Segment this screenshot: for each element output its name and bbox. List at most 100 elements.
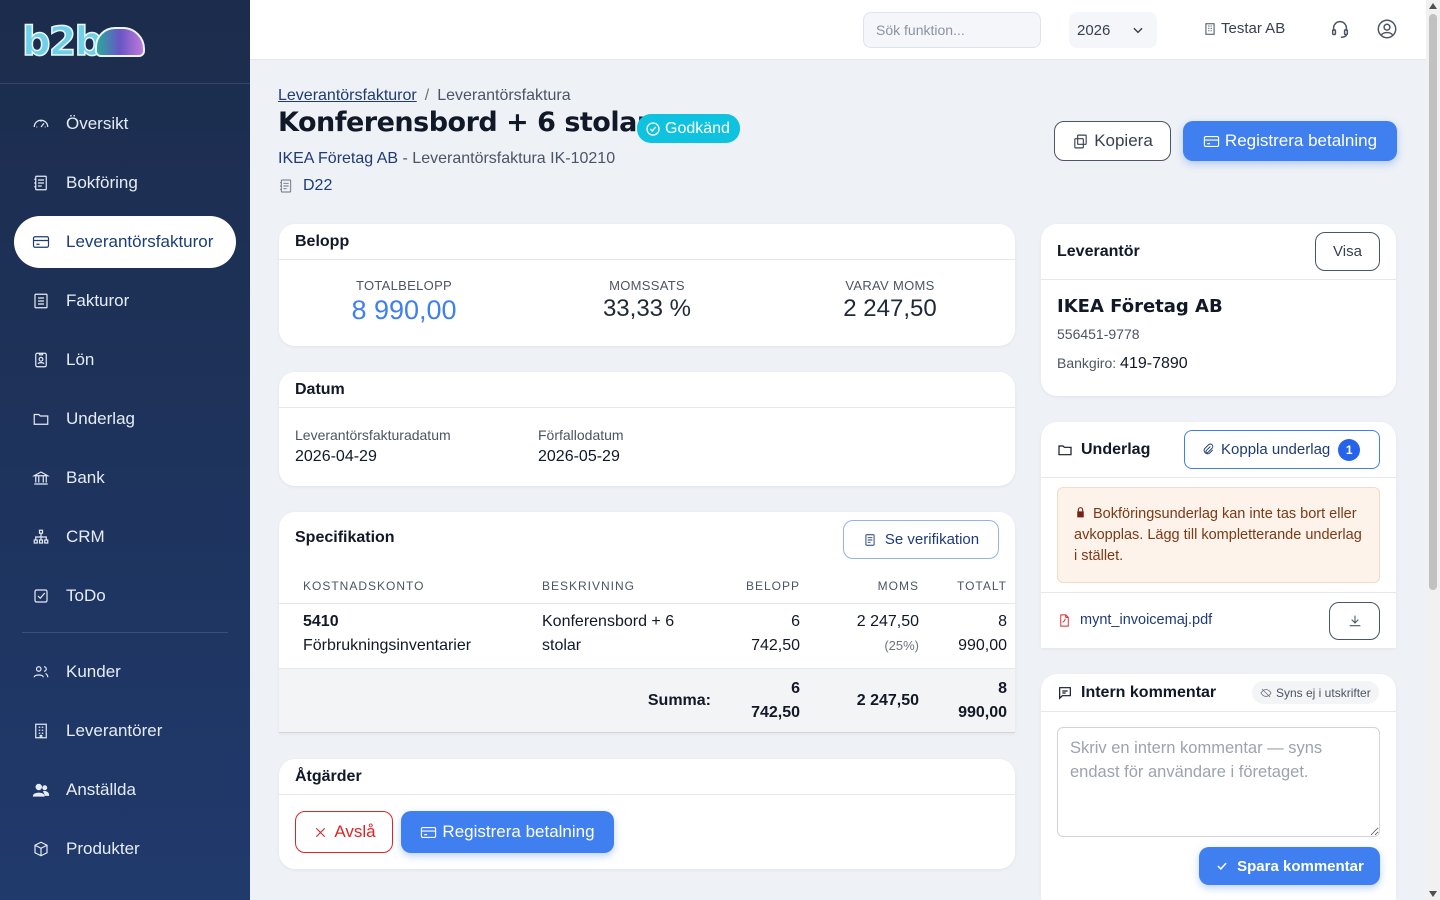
show-supplier-button[interactable]: Visa	[1315, 232, 1380, 271]
paperclip-icon	[1203, 443, 1214, 454]
row-vat-rate: (25%)	[884, 638, 919, 653]
sidebar-nav: Översikt Bokföring Leverantörsfakturor F…	[0, 84, 250, 875]
save-comment-label: Spara kommentar	[1237, 857, 1364, 875]
see-verification-button[interactable]: Se verifikation	[843, 520, 999, 559]
row-description-line-1: Konferensbord + 6	[542, 613, 675, 630]
verification-number[interactable]: D22	[278, 177, 332, 195]
box-icon	[32, 840, 50, 858]
due-date-value: 2026-05-29	[538, 448, 620, 465]
register-payment-label: Registrera betalning	[1224, 131, 1378, 150]
sidebar-item-label: Produkter	[66, 839, 140, 858]
topbar: 2026 Testar AB	[250, 0, 1426, 60]
logo[interactable]: b2b	[0, 0, 250, 84]
headset-icon[interactable]	[1329, 18, 1351, 40]
credit-card-icon	[32, 233, 50, 251]
actions-card: Åtgärder Avslå Registrera betalning	[279, 759, 1015, 869]
sidebar-item-kunder[interactable]: Kunder	[14, 646, 236, 698]
amount-card: Belopp TOTALBELOPP 8 990,00 MOMSSATS 33,…	[279, 224, 1015, 346]
breadcrumb-current: Leverantörsfaktura	[437, 87, 571, 104]
app: b2b Översikt Bokföring Leverantörsfaktur…	[0, 0, 1440, 900]
comment-textarea[interactable]	[1057, 727, 1380, 837]
column-header-amount: BELOPP	[745, 579, 800, 593]
credit-card-icon	[421, 826, 437, 838]
vat-rate-value: 33,33 %	[602, 295, 692, 322]
copy-button[interactable]: Kopiera	[1054, 121, 1171, 161]
sidebar-item-label: Underlag	[66, 409, 135, 428]
sidebar-item-produkter[interactable]: Produkter	[14, 823, 236, 875]
sidebar-item-crm[interactable]: CRM	[14, 511, 236, 563]
folder-icon	[1058, 444, 1072, 455]
sidebar-item-bank[interactable]: Bank	[14, 452, 236, 504]
eye-slash-icon	[1260, 688, 1272, 697]
sidebar-item-label: Översikt	[66, 114, 129, 133]
supplier-card: Leverantör Visa IKEA Företag AB 556451-9…	[1041, 224, 1396, 396]
attachments-card: Underlag Koppla underlag 1 Bokföringsund…	[1041, 422, 1396, 648]
row-account-name: Förbrukningsinventarier	[303, 637, 472, 654]
sidebar-item-leverantorsfakturor[interactable]: Leverantörsfakturor	[14, 216, 236, 268]
sidebar-item-label: Anställda	[66, 780, 136, 799]
row-description-line-2: stolar	[542, 637, 582, 654]
building-icon	[32, 722, 50, 740]
supplier-bankgiro: Bankgiro: 419-7890	[1057, 355, 1188, 373]
sidebar-item-oversikt[interactable]: Översikt	[14, 98, 236, 150]
attachments-title: Underlag	[1081, 440, 1151, 458]
sidebar-item-bokforing[interactable]: Bokföring	[14, 157, 236, 209]
page-title: Konferensbord + 6 stolar	[278, 107, 650, 138]
scroll-up-arrow-icon[interactable]	[1429, 3, 1437, 9]
sidebar-item-todo[interactable]: ToDo	[14, 570, 236, 622]
sum-total: 8 990,00	[958, 677, 1007, 725]
breadcrumb-separator: /	[424, 87, 430, 104]
check-circle-icon	[646, 121, 660, 136]
scroll-down-arrow-icon[interactable]	[1429, 891, 1437, 897]
sidebar-item-label: Fakturor	[66, 291, 130, 310]
breadcrumb-link-leverantorsfakturor[interactable]: Leverantörsfakturor	[278, 87, 417, 104]
status-label: Godkänd	[665, 119, 730, 137]
due-date: Förfallodatum 2026-05-29	[538, 427, 624, 466]
total-amount-value: 8 990,00	[351, 295, 457, 325]
save-comment-button[interactable]: Spara kommentar	[1199, 847, 1380, 885]
supplier-name: IKEA Företag AB	[278, 150, 399, 167]
people-icon	[32, 781, 50, 799]
verification-label: D22	[303, 177, 333, 194]
attachment-file[interactable]: mynt_invoicemaj.pdf	[1057, 612, 1212, 628]
row-account-number: 5410	[303, 613, 339, 630]
total-amount: TOTALBELOPP 8 990,00	[304, 278, 504, 326]
column-header-description: BESKRIVNING	[542, 579, 636, 593]
attachment-warning: Bokföringsunderlag kan inte tas bort ell…	[1057, 487, 1380, 583]
supplier-org-number: 556451-9778	[1057, 326, 1140, 342]
sidebar-item-fakturor[interactable]: Fakturor	[14, 275, 236, 327]
bankgiro-value: 419-7890	[1120, 355, 1188, 372]
register-payment-button[interactable]: Registrera betalning	[1183, 121, 1397, 161]
internal-comment-card: Intern kommentar Syns ej i utskrifter Sp…	[1041, 674, 1396, 900]
amount-card-title: Belopp	[279, 224, 1015, 260]
reject-button[interactable]: Avslå	[295, 811, 393, 853]
link-attachment-button[interactable]: Koppla underlag 1	[1184, 430, 1380, 469]
sum-vat: 2 247,50	[856, 692, 919, 709]
search-input[interactable]	[863, 12, 1041, 48]
sidebar-item-anstallda[interactable]: Anställda	[14, 764, 236, 816]
close-icon	[316, 827, 326, 837]
sidebar-item-leverantorer[interactable]: Leverantörer	[14, 705, 236, 757]
user-avatar-icon[interactable]	[1376, 18, 1398, 40]
download-attachment-button[interactable]	[1329, 602, 1380, 640]
scrollbar-thumb[interactable]	[1429, 14, 1437, 590]
invoice-reference: - Leverantörsfaktura IK-10210	[398, 150, 616, 167]
status-badge: Godkänd	[637, 114, 740, 143]
table-header: KOSTNADSKONTO BESKRIVNING BELOPP MOMS TO…	[279, 567, 1015, 604]
page-scrollbar[interactable]	[1426, 0, 1440, 900]
sidebar-item-label: Kunder	[66, 662, 121, 681]
sidebar-item-label: ToDo	[66, 586, 106, 605]
bank-icon	[32, 469, 50, 487]
sidebar-item-underlag[interactable]: Underlag	[14, 393, 236, 445]
divider	[1041, 592, 1396, 593]
chevron-down-icon	[1133, 27, 1143, 34]
comment-title: Intern kommentar	[1081, 683, 1217, 701]
company-switcher[interactable]: Testar AB	[1203, 20, 1285, 37]
sidebar-item-label: Lön	[66, 350, 95, 369]
row-vat-amount: 2 247,50	[856, 613, 919, 630]
year-select[interactable]: 2026	[1069, 12, 1157, 48]
register-payment-action-button[interactable]: Registrera betalning	[401, 811, 614, 853]
attachment-file-name: mynt_invoicemaj.pdf	[1080, 612, 1213, 628]
logo-mascot-icon	[95, 26, 146, 57]
sidebar-item-lon[interactable]: Lön	[14, 334, 236, 386]
